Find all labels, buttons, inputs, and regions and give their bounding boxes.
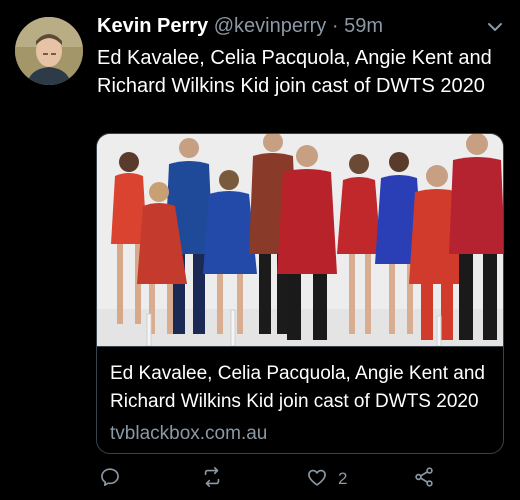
separator: · — [331, 15, 339, 37]
tweet-text: Ed Kavalee, Celia Pacquola, Angie Kent a… — [97, 47, 492, 97]
avatar[interactable] — [15, 17, 83, 85]
share-icon — [413, 466, 435, 493]
link-card[interactable]: Ed Kavalee, Celia Pacquola, Angie Kent a… — [96, 133, 504, 454]
heart-icon — [306, 466, 328, 493]
author-name[interactable]: Kevin Perry — [97, 15, 208, 37]
cast-photo-illustration — [97, 134, 503, 346]
reply-icon — [99, 466, 121, 493]
retweet-icon — [201, 466, 223, 493]
tweet-actions: 2 — [97, 465, 507, 495]
card-domain[interactable]: tvblackbox.com.au — [110, 421, 267, 447]
avatar-photo — [15, 17, 83, 85]
reply-button[interactable] — [99, 465, 121, 493]
card-divider — [97, 346, 503, 347]
retweet-button[interactable] — [201, 465, 223, 493]
author-handle[interactable]: @kevinperry — [214, 15, 327, 37]
chevron-down-icon[interactable] — [486, 20, 504, 32]
like-button[interactable]: 2 — [306, 465, 347, 493]
share-button[interactable] — [413, 465, 435, 493]
like-count: 2 — [338, 469, 348, 488]
card-image[interactable] — [97, 134, 503, 346]
tweet[interactable]: Kevin Perry @kevinperry · 59m Ed Kavalee… — [0, 0, 520, 500]
timestamp[interactable]: 59m — [344, 15, 383, 37]
card-title[interactable]: Ed Kavalee, Celia Pacquola, Angie Kent a… — [110, 360, 495, 416]
tweet-header: Kevin Perry @kevinperry · 59m — [97, 12, 497, 42]
